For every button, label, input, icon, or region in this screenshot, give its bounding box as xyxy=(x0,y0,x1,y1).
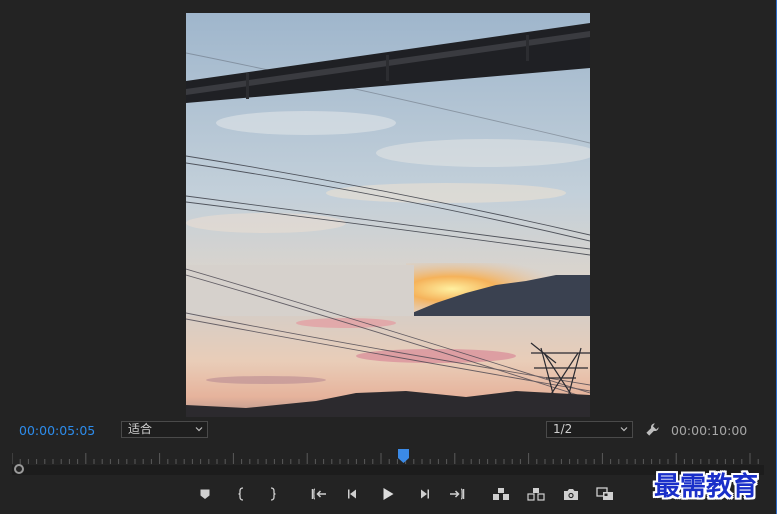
lift-icon xyxy=(493,488,509,500)
lift-button[interactable] xyxy=(492,485,510,503)
duration-timecode: 00:00:10:00 xyxy=(671,423,748,438)
play-icon xyxy=(383,488,394,500)
step-back-button[interactable] xyxy=(344,485,362,503)
go-to-in-icon xyxy=(311,488,326,500)
comparison-view-button[interactable] xyxy=(596,485,614,503)
marker-icon xyxy=(200,489,210,499)
scrub-bar[interactable] xyxy=(12,465,764,475)
mark-out-button[interactable] xyxy=(264,485,282,503)
mark-in-button[interactable] xyxy=(232,485,250,503)
zoom-scroll-handle[interactable] xyxy=(14,464,24,474)
watermark-logo: 最需教育 xyxy=(654,472,759,502)
time-ruler[interactable] xyxy=(12,449,764,465)
camera-icon xyxy=(564,488,578,500)
video-frame-image xyxy=(186,13,590,417)
play-button[interactable] xyxy=(379,485,397,503)
step-forward-icon xyxy=(421,489,429,499)
go-to-in-button[interactable] xyxy=(310,485,328,503)
add-marker-button[interactable] xyxy=(196,485,214,503)
playback-resolution-value: 1/2 xyxy=(553,422,573,436)
mark-out-icon xyxy=(270,487,276,501)
video-frame[interactable] xyxy=(186,13,590,417)
current-timecode[interactable]: 00:00:05:05 xyxy=(19,423,95,438)
comparison-icon xyxy=(596,487,613,500)
mark-in-icon xyxy=(238,487,244,501)
playback-resolution-select[interactable]: 1/2 xyxy=(546,421,633,438)
playhead[interactable] xyxy=(397,449,409,463)
chevron-down-icon xyxy=(620,427,628,432)
extract-icon xyxy=(527,488,545,501)
export-frame-button[interactable] xyxy=(562,485,580,503)
wrench-icon[interactable] xyxy=(645,422,660,437)
extract-button[interactable] xyxy=(527,485,545,503)
program-monitor: 00:00:05:05 适合 1/2 00:00:10:00 最需教育 xyxy=(0,0,777,514)
zoom-level-value: 适合 xyxy=(128,422,153,436)
chevron-down-icon xyxy=(195,427,203,432)
step-forward-button[interactable] xyxy=(415,485,433,503)
go-to-out-button[interactable] xyxy=(448,485,466,503)
zoom-level-select[interactable]: 适合 xyxy=(121,421,208,438)
step-back-icon xyxy=(348,489,356,499)
go-to-out-icon xyxy=(450,488,465,500)
